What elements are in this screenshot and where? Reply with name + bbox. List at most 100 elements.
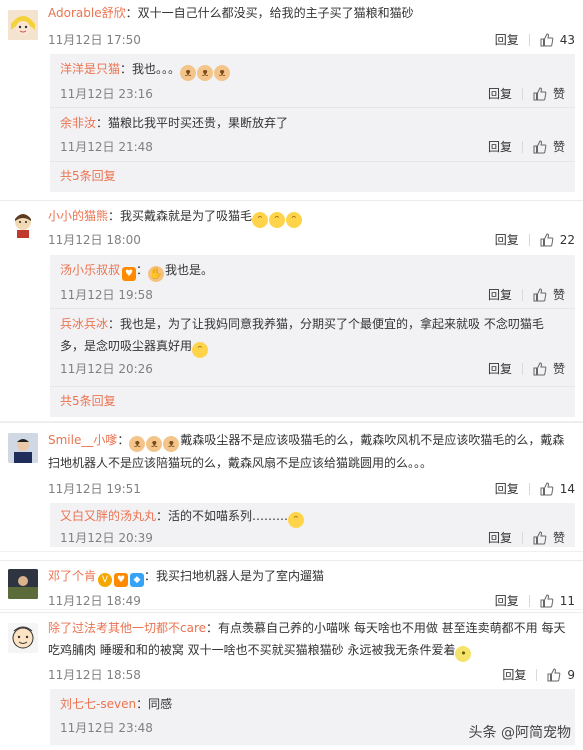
comment-text: ：我买戴森就是为了吸猫毛 [108, 209, 253, 223]
timestamp: 11月12日 21:48 [60, 140, 153, 154]
username-link[interactable]: 小小的猫熊 [48, 209, 108, 223]
thumbs-up-icon [533, 140, 547, 154]
username-link[interactable]: 汤小乐叔叔 [60, 263, 120, 277]
username-link[interactable]: Adorable舒欣 [48, 6, 126, 20]
comment-item: Adorable舒欣：双十一自己什么都没买，给我的主子买了猫粮和猫砂 11月12… [0, 0, 583, 200]
like-button[interactable]: 赞 [533, 136, 565, 158]
shield-badge-icon: ◆ [130, 573, 145, 587]
comment-item: 邓了个肯 V ♥ ◆ ：我买扫地机器人是为了室内遛猫 11月12日 18:49 回复 1… [0, 560, 583, 610]
reply-item: 兵冰兵冰：我也是，为了让我妈同意我养猫，分期买了个最便宜的，拿起来就吸 不念叨猫… [50, 309, 575, 387]
like-button[interactable]: 赞 [533, 358, 565, 380]
reply-button[interactable]: 回复 [488, 528, 512, 548]
timestamp: 11月12日 20:39 [60, 531, 153, 545]
like-button[interactable]: 赞 [533, 284, 565, 306]
timestamp: 11月12日 23:16 [60, 87, 153, 101]
handshake-emoji-icon: ✋ [148, 266, 165, 282]
cat-emoji-icon: ᴥ [163, 436, 180, 452]
avatar[interactable] [8, 10, 38, 40]
like-count: 22 [559, 233, 575, 247]
like-button[interactable]: 赞 [533, 528, 565, 548]
reply-text: ：活的不如喵系列……… [156, 509, 289, 523]
comment-text: ：有点羡慕自己养的小喵咪 每天啥也不用做 甚至连卖萌都不用 每天 [206, 621, 566, 635]
timestamp: 11月12日 18:49 [48, 594, 141, 608]
like-button[interactable]: 14 [540, 478, 575, 500]
username-link[interactable]: 除了过法考其他一切都不care [48, 621, 206, 635]
comment-item: 小小的猫熊：我买戴森就是为了吸猫毛 ᵔ ᵔ ᵔ 11月12日 18:00 回复 22 … [0, 200, 583, 422]
like-button[interactable]: 11 [540, 590, 575, 612]
reply-button[interactable]: 回复 [488, 284, 512, 306]
timestamp: 11月12日 19:58 [60, 288, 153, 302]
divider [536, 669, 538, 681]
like-button[interactable]: 22 [540, 229, 575, 251]
comment-text: ：我买扫地机器人是为了室内遛猫 [144, 569, 325, 583]
like-button[interactable]: 9 [547, 664, 575, 686]
cat-emoji-icon: ᴥ [129, 436, 146, 452]
divider [521, 88, 523, 100]
username-link[interactable]: 余非汝 [60, 116, 96, 130]
avatar[interactable] [8, 209, 38, 239]
username-link[interactable]: 邓了个肯 [48, 569, 96, 583]
timestamp: 11月12日 18:00 [48, 233, 141, 247]
like-label: 赞 [552, 362, 565, 376]
like-button[interactable]: 赞 [533, 83, 565, 105]
like-count: 43 [559, 33, 575, 47]
thumbs-up-icon [547, 668, 561, 682]
like-button[interactable]: 43 [540, 29, 575, 51]
comment-text-continued: 扫地机器人不是应该陪猫玩的么，戴森风扇不是应该给猫跳圆用的么。。。 [48, 456, 433, 470]
divider [528, 34, 530, 46]
reply-text-continued: 多，是念叨吸尘器真好用 [60, 339, 193, 353]
thumbs-up-icon [533, 531, 547, 545]
cat-emoji-icon: ᴥ [197, 65, 214, 81]
reply-button[interactable]: 回复 [495, 478, 519, 500]
laugh-cry-emoji-icon: ᵔ [192, 342, 209, 358]
divider [521, 532, 523, 544]
cat-emoji-icon: ᴥ [146, 436, 163, 452]
reply-item: 汤小乐叔叔 ♥ ：✋ 我也是。 11月12日 19:58 回复 赞 [50, 255, 575, 309]
view-more-replies-link[interactable]: 共5条回复 [50, 162, 575, 190]
username-link[interactable]: 洋洋是只猫 [60, 62, 120, 76]
reply-text: ：我也是，为了让我妈同意我养猫，分期买了个最便宜的，拿起来就吸 不念叨猫毛 [108, 317, 544, 331]
comment-text: 戴森吸尘器不是应该吸猫毛的么，戴森吹风机不是应该吹猫毛的么，戴森 [180, 433, 565, 447]
avatar[interactable] [8, 433, 38, 463]
thumbs-up-icon [540, 33, 554, 47]
sweat-emoji-icon: • [455, 646, 472, 662]
reply-text: ：猫粮比我平时买还贵，果断放弃了 [96, 116, 289, 130]
thumbs-up-icon [540, 482, 554, 496]
reply-button[interactable]: 回复 [495, 590, 519, 612]
username-link[interactable]: 刘七七-seven [60, 697, 136, 711]
verified-badge-icon: V [98, 573, 113, 587]
reply-text: 我也是。 [165, 263, 214, 277]
divider [528, 595, 530, 607]
username-link[interactable]: Smile__小嗲 [48, 433, 117, 447]
timestamp: 11月12日 20:26 [60, 362, 153, 376]
username-link[interactable]: 又白又胖的汤丸丸 [60, 509, 156, 523]
reply-button[interactable]: 回复 [488, 83, 512, 105]
reply-list: 汤小乐叔叔 ♥ ：✋ 我也是。 11月12日 19:58 回复 赞 兵冰兵冰：我也是，… [50, 255, 575, 417]
watermark: 头条 @阿简宠物 [468, 725, 571, 741]
like-label: 赞 [552, 87, 565, 101]
reply-button[interactable]: 回复 [495, 229, 519, 251]
view-more-replies-link[interactable]: 共5条回复 [50, 387, 575, 415]
divider [521, 141, 523, 153]
reply-button[interactable]: 回复 [488, 136, 512, 158]
thumbs-up-icon [533, 362, 547, 376]
reply-button[interactable]: 回复 [502, 664, 526, 686]
laugh-cry-emoji-icon: ᵔ [288, 512, 305, 528]
reply-text: ：同感 [136, 697, 173, 711]
avatar[interactable] [8, 569, 38, 599]
divider [528, 234, 530, 246]
laugh-cry-emoji-icon: ᵔ [286, 212, 303, 228]
reply-button[interactable]: 回复 [495, 29, 519, 51]
fan-badge-icon: ♥ [122, 267, 137, 281]
reply-item: 又白又胖的汤丸丸：活的不如喵系列……… ᵔ 11月12日 20:39 回复 赞 [50, 503, 575, 547]
reply-list: 洋洋是只猫：我也。。。 ᴥ ᴥ ᴥ 11月12日 23:16 回复 赞 余非汝：猫粮比… [50, 54, 575, 192]
like-label: 赞 [552, 288, 565, 302]
reply-item: 洋洋是只猫：我也。。。 ᴥ ᴥ ᴥ 11月12日 23:16 回复 赞 [50, 54, 575, 108]
comment-item: Smile__小嗲： ᴥ ᴥ ᴥ 戴森吸尘器不是应该吸猫毛的么，戴森吹风机不是应该吹猫毛… [0, 422, 583, 552]
reply-button[interactable]: 回复 [488, 358, 512, 380]
comment-text: ：双十一自己什么都没买，给我的主子买了猫粮和猫砂 [125, 6, 414, 20]
username-link[interactable]: 兵冰兵冰 [60, 317, 108, 331]
timestamp: 11月12日 23:48 [60, 721, 153, 735]
avatar[interactable] [8, 623, 38, 653]
like-count: 9 [567, 668, 575, 682]
